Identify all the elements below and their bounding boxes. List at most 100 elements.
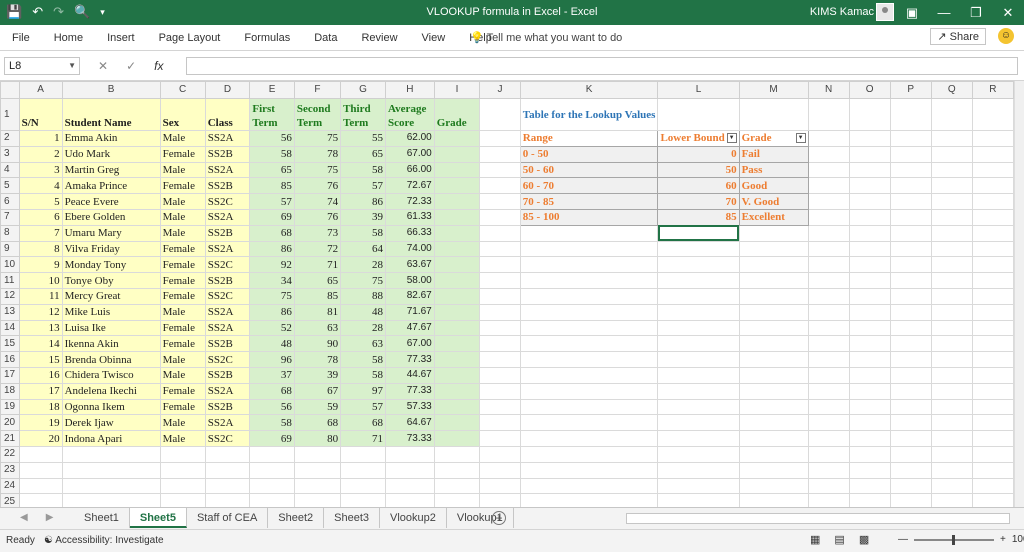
cell[interactable] xyxy=(971,319,1014,337)
cell[interactable] xyxy=(738,224,809,242)
cell[interactable] xyxy=(738,414,809,432)
row-header[interactable]: 10 xyxy=(0,256,20,274)
ribbon-tab-page-layout[interactable]: Page Layout xyxy=(147,30,233,46)
cell[interactable] xyxy=(340,445,387,463)
cell[interactable] xyxy=(807,382,850,400)
tell-me-search[interactable]: 💡 Tell me what you want to do xyxy=(470,30,622,46)
column-header[interactable]: I xyxy=(433,81,481,99)
cell[interactable]: SS2A xyxy=(204,414,251,432)
cell[interactable] xyxy=(657,351,740,368)
cell[interactable]: 7 xyxy=(18,224,63,242)
cell[interactable] xyxy=(971,240,1014,258)
next-sheet-icon[interactable]: ▶ xyxy=(46,512,54,523)
cell[interactable]: Female xyxy=(159,145,206,163)
column-header[interactable]: A xyxy=(18,81,63,99)
cell[interactable]: 58 xyxy=(249,145,295,163)
cell[interactable]: 56 xyxy=(249,130,295,147)
minimize-icon[interactable]: — xyxy=(928,0,960,25)
cell[interactable] xyxy=(479,445,521,463)
cell[interactable] xyxy=(889,256,932,274)
cell[interactable] xyxy=(889,414,932,432)
cell[interactable] xyxy=(657,256,740,274)
cell[interactable]: 57 xyxy=(340,398,387,416)
cell[interactable] xyxy=(293,445,342,463)
cell[interactable]: Female xyxy=(159,256,206,274)
cell[interactable] xyxy=(479,208,521,226)
cell[interactable] xyxy=(848,319,891,337)
cell[interactable] xyxy=(519,303,659,321)
filter-dropdown-icon[interactable]: ▼ xyxy=(726,133,737,144)
cell[interactable] xyxy=(971,382,1014,400)
cell[interactable]: SS2A xyxy=(204,161,251,179)
cell[interactable]: 58.00 xyxy=(385,272,435,289)
sheet-tab[interactable]: Staff of CEA xyxy=(187,508,269,528)
cell[interactable] xyxy=(657,287,740,305)
row-header[interactable]: 17 xyxy=(0,366,20,384)
cell[interactable]: 74 xyxy=(293,193,342,210)
row-header[interactable]: 4 xyxy=(0,161,20,179)
cell[interactable] xyxy=(889,477,932,495)
row-header[interactable]: 22 xyxy=(0,445,20,463)
cell[interactable]: Grade xyxy=(433,98,481,131)
cell[interactable] xyxy=(930,208,973,226)
cell[interactable] xyxy=(433,382,481,400)
cell[interactable] xyxy=(848,445,891,463)
cell[interactable]: 15 xyxy=(18,351,63,368)
cell[interactable] xyxy=(433,145,481,163)
row-header[interactable]: 2 xyxy=(0,130,20,147)
cell[interactable] xyxy=(657,414,740,432)
cell[interactable] xyxy=(479,130,521,147)
cell[interactable] xyxy=(479,461,521,479)
cell[interactable] xyxy=(479,366,521,384)
cell[interactable]: Student Name xyxy=(61,98,161,131)
cell[interactable]: 64.67 xyxy=(385,414,435,432)
cell[interactable] xyxy=(889,303,932,321)
cell[interactable] xyxy=(848,477,891,495)
cell[interactable] xyxy=(433,256,481,274)
row-header[interactable]: 15 xyxy=(0,335,20,353)
cell[interactable]: 75 xyxy=(340,272,387,289)
cell[interactable]: 70 xyxy=(657,193,740,210)
sheet-tab[interactable]: Sheet1 xyxy=(74,508,130,528)
cell[interactable]: Emma Akin xyxy=(61,130,161,147)
cell[interactable]: 4 xyxy=(18,177,63,195)
cell[interactable]: 69 xyxy=(249,208,295,226)
cell[interactable]: 85 - 100 xyxy=(519,208,659,226)
cell[interactable] xyxy=(930,319,973,337)
cell[interactable]: 39 xyxy=(340,208,387,226)
cell[interactable]: Luisa Ike xyxy=(61,319,161,337)
cell[interactable]: Second Term xyxy=(293,98,342,131)
cell[interactable] xyxy=(971,224,1014,242)
cell[interactable]: S/N xyxy=(18,98,63,131)
cell[interactable]: Female xyxy=(159,398,206,416)
accessibility-status[interactable]: ☯ Accessibility: Investigate xyxy=(44,535,164,546)
cell[interactable] xyxy=(738,461,809,479)
cell[interactable]: 68 xyxy=(293,414,342,432)
cell[interactable]: 2 xyxy=(18,145,63,163)
cell[interactable]: SS2A xyxy=(204,303,251,321)
row-header[interactable]: 18 xyxy=(0,382,20,400)
column-header[interactable]: F xyxy=(293,81,342,99)
cell[interactable]: 65 xyxy=(249,161,295,179)
cell[interactable]: Vilva Friday xyxy=(61,240,161,258)
row-header[interactable]: 6 xyxy=(0,193,20,210)
cell[interactable] xyxy=(738,335,809,353)
cell[interactable]: 81 xyxy=(293,303,342,321)
cell[interactable]: Monday Tony xyxy=(61,256,161,274)
chevron-down-icon[interactable]: ▼ xyxy=(68,58,76,74)
cell[interactable]: SS2C xyxy=(204,351,251,368)
cell[interactable] xyxy=(889,382,932,400)
cell[interactable]: Male xyxy=(159,414,206,432)
cell[interactable] xyxy=(479,430,521,447)
cell[interactable] xyxy=(930,256,973,274)
cell[interactable] xyxy=(657,98,740,131)
cell[interactable]: Third Term xyxy=(340,98,387,131)
cell[interactable]: 10 xyxy=(18,272,63,289)
cell[interactable] xyxy=(971,130,1014,147)
cell[interactable]: 12 xyxy=(18,303,63,321)
cell[interactable]: 60 xyxy=(657,177,740,195)
cell[interactable] xyxy=(889,319,932,337)
cell[interactable] xyxy=(433,430,481,447)
cell[interactable]: 63 xyxy=(340,335,387,353)
lookup-title[interactable]: Table for the Lookup Values xyxy=(519,98,659,131)
